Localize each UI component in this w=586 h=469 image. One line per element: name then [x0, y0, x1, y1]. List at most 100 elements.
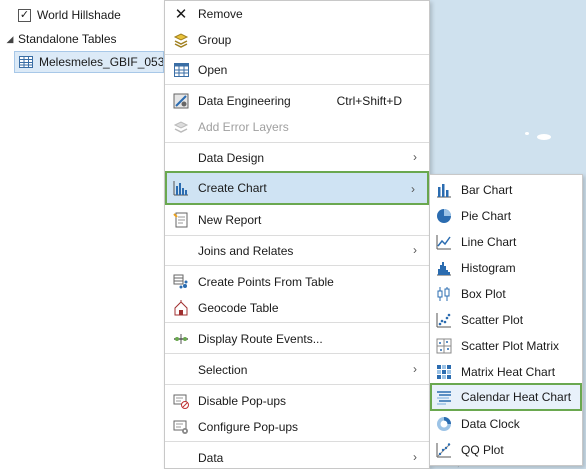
histogram-icon	[435, 259, 453, 277]
menu-item-display-route-events[interactable]: Display Route Events...	[165, 326, 429, 352]
submenu-item-bar-chart[interactable]: Bar Chart	[430, 177, 582, 203]
map-island	[525, 132, 529, 135]
menu-label: Remove	[198, 7, 243, 21]
menu-label: Selection	[198, 363, 248, 377]
menu-label: Geocode Table	[198, 301, 279, 315]
submenu-item-matrix-heat-chart[interactable]: Matrix Heat Chart	[430, 359, 582, 385]
collapse-caret-icon[interactable]: ◢	[4, 34, 16, 45]
submenu-item-scatter-plot-matrix[interactable]: Scatter Plot Matrix	[430, 333, 582, 359]
points-icon	[172, 273, 190, 291]
submenu-item-line-chart[interactable]: Line Chart	[430, 229, 582, 255]
contents-pane: ✓ World Hillshade ◢ Standalone Tables Me…	[0, 0, 164, 469]
submenu-item-scatter-plot[interactable]: Scatter Plot	[430, 307, 582, 333]
data-clock-icon	[435, 415, 453, 433]
chevron-right-icon: ›	[413, 243, 417, 257]
chart-icon	[172, 179, 190, 197]
qq-plot-icon	[435, 441, 453, 459]
scatter-plot-icon	[435, 311, 453, 329]
menu-label: New Report	[198, 213, 262, 227]
disable-popups-icon	[172, 392, 190, 410]
menu-separator	[165, 265, 429, 266]
submenu-label: Line Chart	[461, 235, 517, 249]
menu-item-selection[interactable]: Selection ›	[165, 357, 429, 383]
menu-separator	[165, 353, 429, 354]
submenu-label: Box Plot	[461, 287, 506, 301]
menu-item-configure-popups[interactable]: Configure Pop-ups	[165, 414, 429, 440]
group-label: Standalone Tables	[18, 32, 117, 46]
menu-item-open[interactable]: Open	[165, 57, 429, 83]
menu-item-create-chart[interactable]: Create Chart ›	[165, 171, 429, 205]
chevron-right-icon: ›	[411, 182, 415, 196]
line-chart-icon	[435, 233, 453, 251]
table-icon	[19, 56, 33, 68]
menu-label: Open	[198, 63, 228, 77]
menu-label: Create Chart	[198, 181, 267, 195]
layer-world-hillshade[interactable]: ✓ World Hillshade	[18, 4, 121, 26]
calendar-heat-icon	[435, 388, 453, 406]
menu-item-group[interactable]: Group	[165, 27, 429, 53]
submenu-label: Data Clock	[461, 417, 520, 431]
menu-separator	[165, 235, 429, 236]
submenu-label: Calendar Heat Chart	[461, 390, 572, 404]
box-plot-icon	[435, 285, 453, 303]
submenu-item-qq-plot[interactable]: QQ Plot	[430, 437, 582, 463]
table-name: Melesmeles_GBIF_05312	[39, 55, 164, 69]
submenu-item-data-clock[interactable]: Data Clock	[430, 411, 582, 437]
submenu-label: Pie Chart	[461, 209, 512, 223]
geocode-icon	[172, 299, 190, 317]
menu-separator	[165, 384, 429, 385]
menu-label: Group	[198, 33, 232, 47]
submenu-item-pie-chart[interactable]: Pie Chart	[430, 203, 582, 229]
menu-label: Display Route Events...	[198, 332, 323, 346]
open-table-icon	[172, 61, 190, 79]
menu-separator	[165, 54, 429, 55]
layer-visibility-checkbox[interactable]: ✓	[18, 8, 31, 22]
group-icon	[172, 31, 190, 49]
bar-chart-icon	[435, 181, 453, 199]
submenu-label: Scatter Plot Matrix	[461, 339, 560, 353]
submenu-item-calendar-heat-chart[interactable]: Calendar Heat Chart	[430, 383, 582, 411]
menu-label: Data	[198, 451, 224, 465]
chevron-right-icon: ›	[413, 362, 417, 376]
menu-separator	[165, 84, 429, 85]
menu-item-add-error-layers: Add Error Layers	[165, 114, 429, 140]
menu-separator	[165, 142, 429, 143]
menu-item-data-engineering[interactable]: Data Engineering Ctrl+Shift+D	[165, 88, 429, 114]
shortcut-text: Ctrl+Shift+D	[336, 94, 402, 108]
submenu-label: Scatter Plot	[461, 313, 524, 327]
menu-item-create-points[interactable]: Create Points From Table	[165, 269, 429, 295]
submenu-item-box-plot[interactable]: Box Plot	[430, 281, 582, 307]
standalone-tables-group[interactable]: ◢ Standalone Tables	[4, 28, 117, 50]
context-menu: ✕ Remove Group Open Data Engineering Ctr…	[164, 0, 430, 469]
menu-label: Joins and Relates	[198, 244, 294, 258]
menu-separator	[165, 441, 429, 442]
menu-label: Data Design	[198, 151, 265, 165]
menu-item-disable-popups[interactable]: Disable Pop-ups	[165, 388, 429, 414]
menu-item-data-design[interactable]: Data Design ›	[165, 145, 429, 171]
pie-chart-icon	[435, 207, 453, 225]
create-chart-submenu: Bar Chart Pie Chart Line Chart Histogram…	[429, 174, 583, 466]
scatter-matrix-icon	[435, 337, 453, 355]
menu-item-remove[interactable]: ✕ Remove	[165, 1, 429, 27]
report-icon	[172, 211, 190, 229]
menu-label: Add Error Layers	[198, 120, 289, 134]
submenu-label: Bar Chart	[461, 183, 513, 197]
menu-item-geocode-table[interactable]: Geocode Table	[165, 295, 429, 321]
matrix-heat-icon	[435, 363, 453, 381]
menu-item-new-report[interactable]: New Report	[165, 207, 429, 233]
menu-label: Disable Pop-ups	[198, 394, 287, 408]
submenu-label: Histogram	[461, 261, 516, 275]
remove-icon: ✕	[174, 6, 188, 23]
menu-item-joins-and-relates[interactable]: Joins and Relates ›	[165, 238, 429, 264]
data-engineering-icon	[172, 92, 190, 110]
menu-item-data[interactable]: Data ›	[165, 445, 429, 469]
standalone-table-item[interactable]: Melesmeles_GBIF_05312	[14, 51, 164, 73]
menu-label: Create Points From Table	[198, 275, 334, 289]
error-layers-icon	[172, 118, 190, 136]
submenu-item-histogram[interactable]: Histogram	[430, 255, 582, 281]
chevron-right-icon: ›	[413, 450, 417, 464]
chevron-right-icon: ›	[413, 150, 417, 164]
map-island	[537, 134, 551, 140]
configure-popups-icon	[172, 418, 190, 436]
submenu-label: Matrix Heat Chart	[461, 365, 556, 379]
